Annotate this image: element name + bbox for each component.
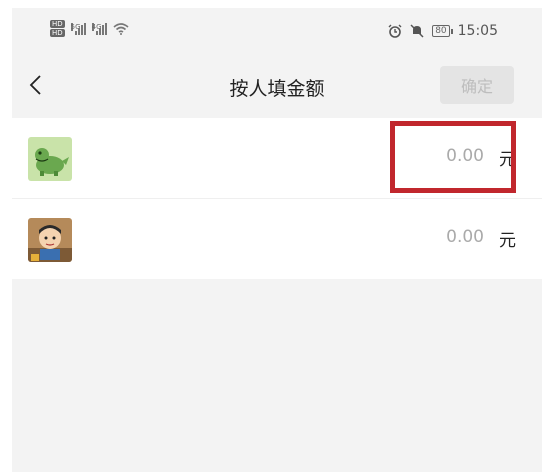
signal-icon: 4G <box>91 22 107 35</box>
amount-input[interactable] <box>362 226 486 248</box>
nav-bar: 按人填金额 确定 <box>12 52 542 118</box>
hd-badge: HD <box>50 29 65 37</box>
status-time: 15:05 <box>457 23 498 39</box>
avatar <box>28 218 72 262</box>
highlight-box <box>390 121 516 193</box>
dinosaur-avatar-icon <box>28 137 72 181</box>
status-right: 80 15:05 <box>388 23 498 39</box>
network-label: 4G <box>91 22 102 31</box>
currency-unit: 元 <box>499 231 516 251</box>
cartoon-boy-avatar-icon <box>28 218 72 262</box>
mute-bell-icon <box>410 24 424 38</box>
hd-badge: HD <box>50 20 65 28</box>
battery-icon: 80 <box>432 25 454 37</box>
avatar <box>28 137 72 181</box>
wifi-icon <box>113 22 129 35</box>
member-list: 元 元 <box>12 118 542 279</box>
app-frame: HD HD 5G 4G 80 15:05 按人填金额 确定 0.00 元 0.0… <box>12 8 542 472</box>
signal-icon: 5G <box>70 22 86 35</box>
member-row[interactable]: 元 <box>12 199 542 279</box>
member-row[interactable]: 元 <box>12 118 542 199</box>
status-left: HD HD 5G 4G <box>50 20 129 37</box>
hd-badges: HD HD <box>50 20 65 37</box>
confirm-button[interactable]: 确定 <box>440 66 514 104</box>
network-label: 5G <box>70 22 81 31</box>
status-bar: HD HD 5G 4G 80 15:05 <box>12 8 542 52</box>
alarm-icon <box>388 24 402 38</box>
